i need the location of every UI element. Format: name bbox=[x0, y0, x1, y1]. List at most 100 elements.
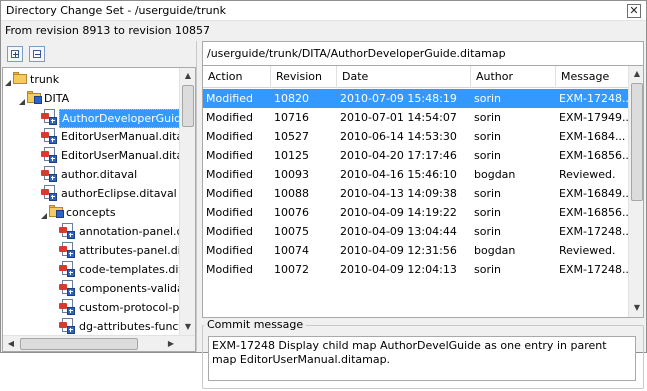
dita-file-changed-icon bbox=[41, 166, 57, 182]
expand-arrow-icon[interactable] bbox=[4, 75, 12, 86]
tree-node[interactable]: trunk bbox=[3, 70, 179, 89]
cell-action: Modified bbox=[206, 225, 253, 238]
history-table[interactable]: Action Revision Date Author Message Modified… bbox=[202, 65, 644, 318]
cell-message: EXM-16856... bbox=[559, 206, 629, 219]
dita-file-changed-icon bbox=[59, 223, 75, 239]
tree-hscroll-thumb[interactable] bbox=[20, 338, 138, 350]
cell-date: 2010-04-09 13:04:44 bbox=[340, 225, 457, 238]
tree-horizontal-scrollbar[interactable]: ◀ ▶ bbox=[3, 335, 195, 351]
cell-author: sorin bbox=[474, 130, 502, 143]
history-vertical-scrollbar[interactable]: ▲ ▼ bbox=[628, 66, 643, 317]
dita-file-changed-icon bbox=[59, 242, 75, 258]
cell-revision: 10072 bbox=[274, 263, 309, 276]
cell-action: Modified bbox=[206, 206, 253, 219]
column-header-author[interactable]: Author bbox=[471, 66, 556, 88]
dita-file-changed-icon bbox=[59, 261, 75, 277]
column-header-revision[interactable]: Revision bbox=[271, 66, 337, 88]
scroll-down-arrow-icon[interactable]: ▼ bbox=[629, 300, 643, 316]
history-table-header: Action Revision Date Author Message bbox=[203, 66, 629, 88]
table-row[interactable]: Modified 10820 2010-07-09 15:48:19 sorin EXM… bbox=[203, 89, 629, 108]
dita-file-changed-icon bbox=[59, 318, 75, 334]
cell-date: 2010-04-09 14:19:22 bbox=[340, 206, 457, 219]
dita-file-changed-icon bbox=[41, 147, 57, 163]
collapse-all-button[interactable] bbox=[29, 46, 45, 62]
cell-date: 2010-04-09 12:04:13 bbox=[340, 263, 457, 276]
cell-author: bogdan bbox=[474, 168, 516, 181]
table-row[interactable]: Modified 10093 2010-04-16 15:46:10 bogdan Re… bbox=[203, 165, 629, 184]
cell-revision: 10716 bbox=[274, 111, 309, 124]
cell-message: EXM-16856... bbox=[559, 149, 629, 162]
table-row[interactable]: Modified 10088 2010-04-13 14:09:38 sorin EXM… bbox=[203, 184, 629, 203]
tree-toolbar bbox=[1, 41, 197, 67]
tree-node[interactable]: custom-protocol-plugin.dita bbox=[3, 298, 195, 317]
cell-revision: 10075 bbox=[274, 225, 309, 238]
close-icon: ✕ bbox=[629, 4, 639, 17]
table-row[interactable]: Modified 10125 2010-04-20 17:17:46 sorin EXM… bbox=[203, 146, 629, 165]
cell-date: 2010-04-13 14:09:38 bbox=[340, 187, 457, 200]
cell-action: Modified bbox=[206, 111, 253, 124]
commit-message-text[interactable]: EXM-17248 Display child map AuthorDevelG… bbox=[208, 336, 636, 381]
dita-file-changed-icon bbox=[41, 185, 57, 201]
cell-revision: 10820 bbox=[274, 92, 309, 105]
commit-message-label: Commit message bbox=[204, 318, 307, 331]
tree-node-label: trunk bbox=[30, 73, 60, 86]
scroll-left-arrow-icon[interactable]: ◀ bbox=[3, 336, 19, 351]
tree-vertical-scrollbar[interactable]: ▲ ▼ bbox=[179, 68, 195, 335]
tree-node[interactable]: authorEclipse.ditaval bbox=[3, 184, 179, 203]
table-row[interactable]: Modified 10527 2010-06-14 14:53:30 sorin EX… bbox=[203, 127, 629, 146]
scroll-up-arrow-icon[interactable]: ▲ bbox=[180, 68, 195, 84]
expand-arrow-icon[interactable] bbox=[40, 208, 48, 219]
tree-node[interactable]: dg-attributes-functions.dita bbox=[3, 317, 195, 336]
table-row[interactable]: Modified 10076 2010-04-09 14:19:22 sorin EXM… bbox=[203, 203, 629, 222]
dita-file-changed-icon bbox=[41, 109, 57, 125]
table-row[interactable]: Modified 10072 2010-04-09 12:04:13 sorin EXM… bbox=[203, 260, 629, 279]
scroll-right-arrow-icon[interactable]: ▶ bbox=[163, 336, 179, 351]
table-row[interactable]: Modified 10074 2010-04-09 12:31:56 bogdan Re… bbox=[203, 241, 629, 260]
dita-file-changed-icon bbox=[59, 299, 75, 315]
tree-scroll-thumb[interactable] bbox=[182, 85, 194, 127]
cell-revision: 10125 bbox=[274, 149, 309, 162]
column-header-action[interactable]: Action bbox=[203, 66, 271, 88]
scroll-up-arrow-icon[interactable]: ▲ bbox=[629, 66, 643, 82]
cell-action: Modified bbox=[206, 244, 253, 257]
tree-node[interactable]: code-templates.dita bbox=[3, 260, 189, 279]
cell-author: bogdan bbox=[474, 244, 516, 257]
revision-range-label: From revision 8913 to revision 10857 bbox=[5, 24, 210, 37]
tree-node[interactable]: annotation-panel.dita bbox=[3, 222, 195, 241]
cell-author: sorin bbox=[474, 187, 502, 200]
tree-node[interactable]: concepts bbox=[3, 203, 179, 222]
column-header-date[interactable]: Date bbox=[337, 66, 471, 88]
tree-node[interactable]: EditorUserManual.ditamap bbox=[3, 127, 195, 146]
tree-node[interactable]: attributes-panel.dita bbox=[3, 241, 192, 260]
tree-node[interactable]: AuthorDeveloperGuide.ditamap bbox=[3, 108, 195, 128]
cell-author: sorin bbox=[474, 263, 502, 276]
tree-pane: trunk DITA AuthorDeveloperGuide.ditamap Edi… bbox=[1, 41, 197, 352]
cell-action: Modified bbox=[206, 187, 253, 200]
tree-node[interactable]: author.ditaval bbox=[3, 165, 179, 184]
close-button[interactable]: ✕ bbox=[627, 4, 641, 18]
cell-action: Modified bbox=[206, 92, 253, 105]
cell-revision: 10088 bbox=[274, 187, 309, 200]
changed-files-tree[interactable]: trunk DITA AuthorDeveloperGuide.ditamap Edi… bbox=[2, 67, 196, 352]
cell-action: Modified bbox=[206, 130, 253, 143]
column-header-message[interactable]: Message bbox=[556, 66, 629, 88]
title-bar: Directory Change Set - /userguide/trunk … bbox=[1, 1, 646, 21]
table-row[interactable]: Modified 10075 2010-04-09 13:04:44 sorin EXM… bbox=[203, 222, 629, 241]
expand-arrow-icon[interactable] bbox=[18, 94, 26, 105]
window-title: Directory Change Set - /userguide/trunk bbox=[6, 4, 226, 17]
cell-message: EXM-17248... bbox=[559, 263, 629, 276]
tree-node-label: concepts bbox=[66, 206, 116, 219]
cell-author: sorin bbox=[474, 111, 502, 124]
cell-date: 2010-04-16 15:46:10 bbox=[340, 168, 457, 181]
cell-date: 2010-07-09 15:48:19 bbox=[340, 92, 457, 105]
selected-path: /userguide/trunk/DITA/AuthorDeveloperGui… bbox=[207, 47, 506, 60]
table-row[interactable]: Modified 10716 2010-07-01 14:54:07 sorin EXM… bbox=[203, 108, 629, 127]
scroll-down-arrow-icon[interactable]: ▼ bbox=[180, 319, 195, 335]
tree-node[interactable]: EditorUserManual.ditaval bbox=[3, 146, 195, 165]
dita-file-changed-icon bbox=[59, 280, 75, 296]
expand-all-button[interactable] bbox=[7, 46, 23, 62]
tree-node[interactable]: components-validation.dita bbox=[3, 279, 195, 298]
cell-message: EXM-17248... bbox=[559, 225, 629, 238]
tree-node[interactable]: DITA bbox=[3, 89, 179, 108]
history-scroll-thumb[interactable] bbox=[631, 83, 643, 201]
